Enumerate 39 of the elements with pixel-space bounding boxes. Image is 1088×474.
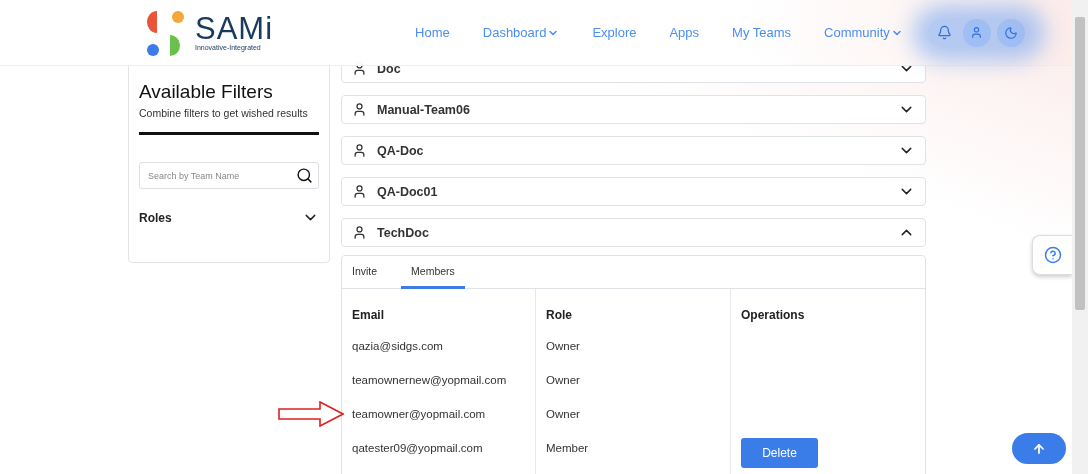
email-cell-text: qatester09@yopmail.com (352, 441, 483, 456)
column-header: Role (546, 307, 573, 324)
filters-title: Available Filters (139, 81, 274, 103)
role-cell-text: Owner (546, 373, 581, 388)
scroll-to-top-button[interactable] (1012, 433, 1066, 464)
user-icon (352, 143, 367, 158)
user-icon (352, 102, 367, 117)
role-cell-text: Member (546, 441, 590, 456)
search-icon[interactable] (296, 167, 313, 184)
bell-icon (937, 25, 953, 40)
email-cell-text: teamownernew@yopmail.com (352, 373, 507, 388)
role-cell-text: Owner (546, 339, 581, 354)
logo-icon (145, 9, 185, 56)
logo-name: SAMi (195, 13, 274, 44)
delete-button[interactable]: Delete (741, 438, 818, 468)
help-icon (1043, 246, 1062, 264)
user-icon (352, 225, 367, 240)
panel-tab[interactable]: Members (401, 256, 465, 289)
search-field[interactable]: Search by Team Name (139, 162, 319, 189)
role-cell-text: Owner (546, 407, 581, 422)
team-accordion-header[interactable]: TechDoc (341, 218, 926, 247)
email-cell-text: qazia@sidgs.com (352, 339, 443, 354)
moon-icon (1003, 25, 1018, 40)
user-icon (970, 26, 984, 39)
team-accordion-header[interactable]: Manual-Team06 (341, 95, 926, 124)
help-button[interactable] (1032, 235, 1072, 275)
column-header: Email (352, 307, 385, 324)
panel-tab[interactable]: Invite (352, 256, 388, 289)
theme-toggle-button[interactable] (996, 18, 1025, 47)
arrow-up-icon (1032, 441, 1046, 456)
email-cell-text: teamowner@yopmail.com (352, 407, 486, 422)
team-accordion-header[interactable]: QA-Doc01 (341, 177, 926, 206)
scrollbar[interactable] (1072, 0, 1088, 474)
user-icon (352, 184, 367, 199)
team-accordion-header[interactable]: QA-Doc (341, 136, 926, 165)
filter-section[interactable]: Roles (139, 209, 319, 226)
column-header: Operations (741, 307, 806, 324)
filters-subtitle: Combine filters to get wished results (139, 107, 309, 119)
profile-button[interactable] (962, 18, 991, 47)
